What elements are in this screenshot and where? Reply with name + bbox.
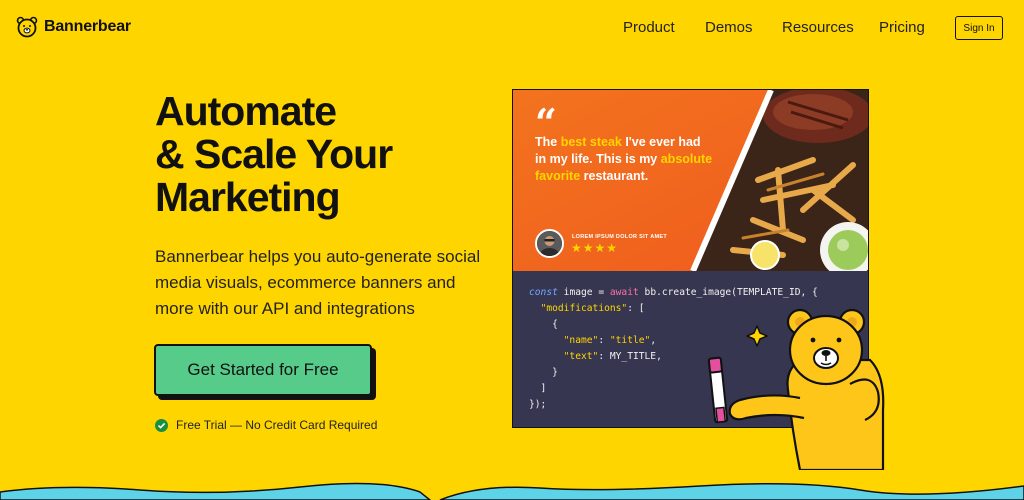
headline-line-2: & Scale Your — [155, 131, 393, 177]
nav-link-product[interactable]: Product — [623, 19, 675, 36]
code-token: : MY_TITLE, — [598, 351, 662, 362]
sparkle-icon — [746, 325, 768, 347]
get-started-button[interactable]: Get Started for Free — [154, 344, 372, 396]
code-token: : [ — [627, 303, 645, 314]
hero-subtext: Bannerbear helps you auto-generate socia… — [155, 247, 481, 318]
code-line: const image = await bb.create_image(TEMP… — [529, 285, 868, 301]
testimonial-quote: The best steak I've ever had in my life.… — [535, 134, 715, 185]
check-circle-icon — [155, 418, 168, 432]
bear-logo-icon — [16, 16, 38, 38]
reviewer-name: LOREM IPSUM DOLOR SIT AMET — [572, 234, 667, 240]
nav-link-demos[interactable]: Demos — [705, 19, 753, 36]
nav-link-resources[interactable]: Resources — [782, 19, 854, 36]
code-token: await — [609, 287, 639, 298]
code-token: image = — [557, 287, 610, 298]
sign-in-button[interactable]: Sign In — [955, 16, 1003, 40]
nav-link-pricing[interactable]: Pricing — [879, 19, 925, 36]
bear-mascot-illustration — [707, 308, 885, 470]
brand-logo[interactable]: Bannerbear — [16, 16, 131, 38]
brand-name: Bannerbear — [44, 18, 131, 35]
marker-icon — [707, 356, 729, 424]
free-trial-note: Free Trial — No Credit Card Required — [155, 418, 377, 432]
headline-line-1: Automate — [155, 88, 337, 134]
quote-text-3: restaurant. — [580, 169, 649, 183]
quote-text-1: The — [535, 135, 561, 149]
code-token: "text" — [563, 351, 599, 362]
code-token: , — [650, 335, 657, 346]
quote-highlight-1: best steak — [560, 135, 622, 149]
code-token: "title" — [609, 335, 651, 346]
code-token: bb.create_image(TEMPLATE_ID, { — [638, 287, 818, 298]
star-rating: ★★★★ — [571, 241, 619, 255]
code-token: const — [529, 287, 558, 298]
code-token: "modifications" — [540, 303, 628, 314]
water-wave-decoration — [0, 482, 1024, 500]
reviewer-avatar — [535, 229, 564, 258]
code-token: "name" — [563, 335, 599, 346]
sample-banner: “ The best steak I've ever had in my lif… — [513, 90, 868, 271]
free-trial-text: Free Trial — No Credit Card Required — [176, 418, 378, 432]
top-nav: Bannerbear Product Demos Resources Prici… — [0, 0, 1024, 56]
code-token: : — [598, 335, 610, 346]
hero-headline: Automate & Scale Your Marketing — [155, 88, 393, 220]
headline-line-3: Marketing — [155, 174, 341, 220]
